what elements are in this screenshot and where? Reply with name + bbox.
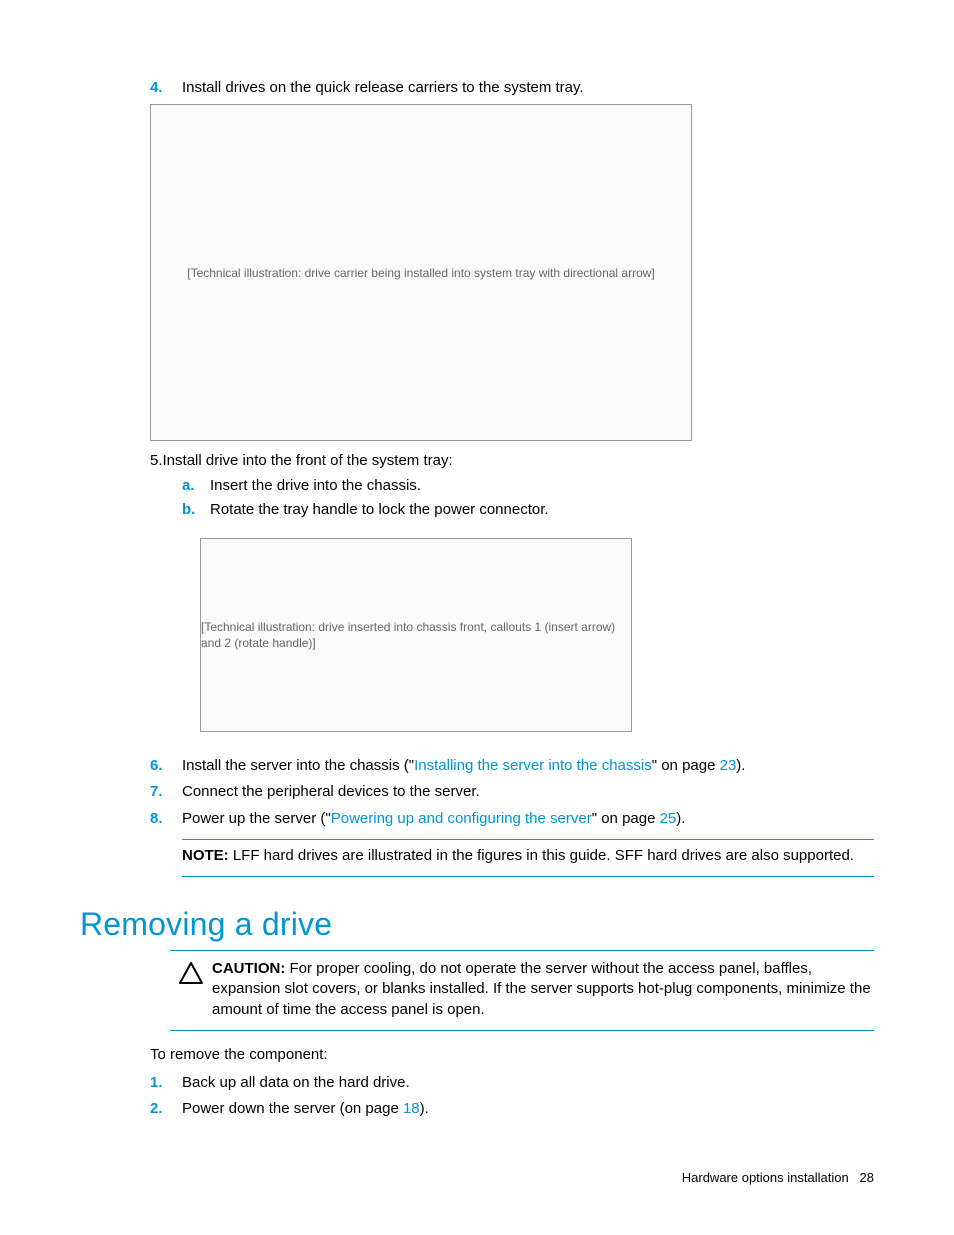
caution-label: CAUTION:	[212, 960, 285, 977]
substep-a: a. Insert the drive into the chassis.	[182, 476, 874, 496]
step-5: 5. Install drive into the front of the s…	[150, 451, 874, 732]
step-number: 2.	[150, 1099, 182, 1119]
figure-alt-text: [Technical illustration: drive carrier b…	[187, 265, 655, 281]
footer-section: Hardware options installation	[682, 1170, 849, 1185]
note-text: LFF hard drives are illustrated in the f…	[229, 847, 854, 864]
step-text: Install drive into the front of the syst…	[163, 451, 453, 471]
document-page: 4. Install drives on the quick release c…	[0, 0, 954, 1235]
xref-link-install-chassis[interactable]: Installing the server into the chassis	[414, 757, 652, 774]
step-text: Power down the server (on page 18).	[182, 1099, 429, 1119]
page-footer: Hardware options installation 28	[682, 1169, 874, 1187]
substep-text: Rotate the tray handle to lock the power…	[210, 500, 549, 520]
main-content: 4. Install drives on the quick release c…	[150, 78, 874, 877]
text-fragment: ).	[736, 757, 745, 774]
step-7: 7. Connect the peripheral devices to the…	[150, 782, 874, 802]
step-text: Install drives on the quick release carr…	[182, 78, 584, 98]
step-number: 7.	[150, 782, 182, 802]
procedure-list: 4. Install drives on the quick release c…	[150, 78, 874, 98]
substep-letter: b.	[182, 500, 210, 520]
caution-icon	[170, 959, 212, 1020]
step-number: 6.	[150, 756, 182, 776]
caution-text-container: CAUTION: For proper cooling, do not oper…	[212, 959, 874, 1020]
text-fragment: " on page	[652, 757, 720, 774]
step-number: 1.	[150, 1073, 182, 1093]
note-block: NOTE: LFF hard drives are illustrated in…	[182, 839, 874, 877]
figure-install-carrier: [Technical illustration: drive carrier b…	[150, 104, 692, 441]
remove-step-2: 2. Power down the server (on page 18).	[150, 1099, 874, 1119]
figure-alt-text: [Technical illustration: drive inserted …	[201, 619, 631, 651]
step-number: 4.	[150, 78, 182, 98]
note-label: NOTE:	[182, 847, 229, 864]
intro-text: To remove the component:	[150, 1045, 874, 1065]
step-number: 8.	[150, 809, 182, 829]
warning-triangle-icon	[178, 961, 204, 985]
remove-procedure-list: 1. Back up all data on the hard drive. 2…	[150, 1073, 874, 1120]
procedure-list-continued: 5. Install drive into the front of the s…	[150, 451, 874, 829]
step-text: Install the server into the chassis ("In…	[182, 756, 745, 776]
xref-page-number[interactable]: 23	[720, 757, 737, 774]
substep-letter: a.	[182, 476, 210, 496]
text-fragment: Power down the server (on page	[182, 1100, 403, 1117]
caution-block: CAUTION: For proper cooling, do not oper…	[170, 950, 874, 1031]
text-fragment: Power up the server ("	[182, 810, 331, 827]
text-fragment: ).	[420, 1100, 429, 1117]
substep-b: b. Rotate the tray handle to lock the po…	[182, 500, 874, 520]
substep-list: a. Insert the drive into the chassis. b.…	[182, 476, 874, 521]
text-fragment: " on page	[592, 810, 660, 827]
caution-text: For proper cooling, do not operate the s…	[212, 960, 871, 1018]
footer-page-number: 28	[860, 1170, 874, 1185]
remove-step-1: 1. Back up all data on the hard drive.	[150, 1073, 874, 1093]
step-number: 5.	[150, 451, 163, 471]
step-6: 6. Install the server into the chassis (…	[150, 756, 874, 776]
xref-page-number[interactable]: 18	[403, 1100, 420, 1117]
figure-insert-drive: [Technical illustration: drive inserted …	[200, 538, 632, 732]
text-fragment: ).	[676, 810, 685, 827]
text-fragment: Install the server into the chassis ("	[182, 757, 414, 774]
xref-page-number[interactable]: 25	[660, 810, 677, 827]
substep-text: Insert the drive into the chassis.	[210, 476, 421, 496]
step-text: Power up the server ("Powering up and co…	[182, 809, 685, 829]
step-text: Connect the peripheral devices to the se…	[182, 782, 480, 802]
section-heading-removing-drive: Removing a drive	[80, 903, 874, 946]
step-text: Back up all data on the hard drive.	[182, 1073, 410, 1093]
step-4: 4. Install drives on the quick release c…	[150, 78, 874, 98]
step-8: 8. Power up the server ("Powering up and…	[150, 809, 874, 829]
xref-link-power-up[interactable]: Powering up and configuring the server	[331, 810, 592, 827]
